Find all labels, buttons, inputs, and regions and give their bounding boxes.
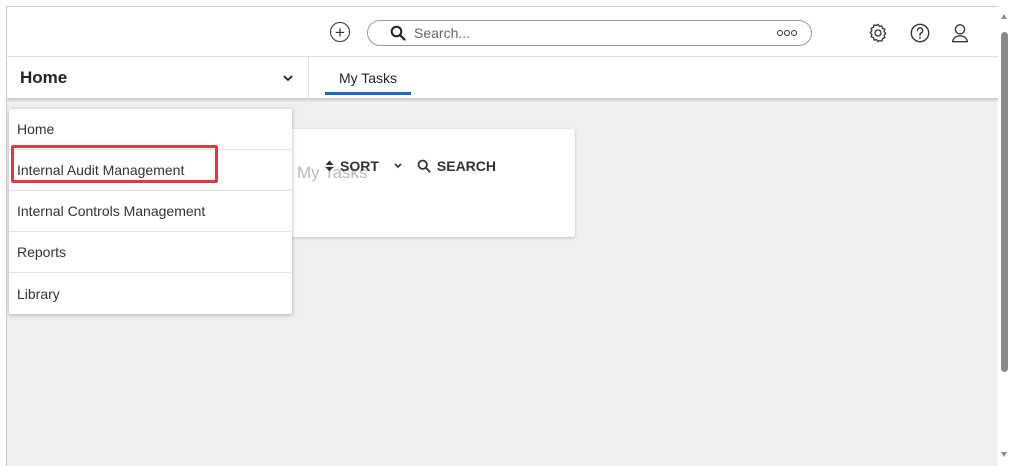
plus-circle-icon[interactable]: + <box>330 22 350 42</box>
menu-item-label: Library <box>17 285 60 302</box>
search-button[interactable]: SEARCH <box>417 158 496 174</box>
global-search[interactable] <box>367 20 812 46</box>
gear-icon[interactable] <box>867 22 889 44</box>
menu-item-label: Internal Audit Management <box>17 162 185 178</box>
menu-item-label: Home <box>17 121 55 137</box>
my-tasks-card: My Tasks SORT SEARCH <box>257 129 575 237</box>
app-selector[interactable]: Home <box>7 57 309 98</box>
user-icon[interactable] <box>949 22 971 44</box>
sort-icon <box>325 160 334 172</box>
chevron-down-icon <box>394 163 402 169</box>
sort-button[interactable]: SORT <box>325 158 403 174</box>
app-window: + Home <box>6 6 1004 466</box>
menu-item-internal-controls-management[interactable]: Internal Controls Management <box>9 191 292 232</box>
menu-item-home[interactable]: Home <box>9 109 292 150</box>
menu-item-reports[interactable]: Reports <box>9 232 292 273</box>
sort-label: SORT <box>340 158 379 174</box>
search-label: SEARCH <box>436 158 497 174</box>
search-icon <box>390 25 406 41</box>
menu-item-label: Internal Controls Management <box>17 203 206 219</box>
menu-item-internal-audit-management[interactable]: Internal Audit Management <box>9 150 292 191</box>
more-dots-icon[interactable] <box>777 30 797 36</box>
navigation-bar: Home My Tasks <box>7 57 1004 98</box>
scrollbar[interactable] <box>998 0 1011 466</box>
tab-label: My Tasks <box>338 69 398 86</box>
chevron-down-icon <box>283 74 293 81</box>
tab-my-tasks[interactable]: My Tasks <box>325 57 411 98</box>
menu-item-library[interactable]: Library <box>9 273 292 314</box>
card-actions: SORT SEARCH <box>325 158 496 174</box>
help-circle-icon[interactable] <box>909 22 931 44</box>
search-icon <box>417 159 431 173</box>
scroll-up-arrow[interactable] <box>1001 14 1007 19</box>
top-bar: + <box>7 7 1004 57</box>
scroll-down-arrow[interactable] <box>1001 452 1007 457</box>
menu-item-label: Reports <box>17 244 67 260</box>
app-selector-label: Home <box>20 67 68 87</box>
scroll-thumb[interactable] <box>1001 32 1008 372</box>
search-input[interactable] <box>414 25 777 41</box>
app-dropdown-menu: Home Internal Audit Management Internal … <box>9 109 292 314</box>
